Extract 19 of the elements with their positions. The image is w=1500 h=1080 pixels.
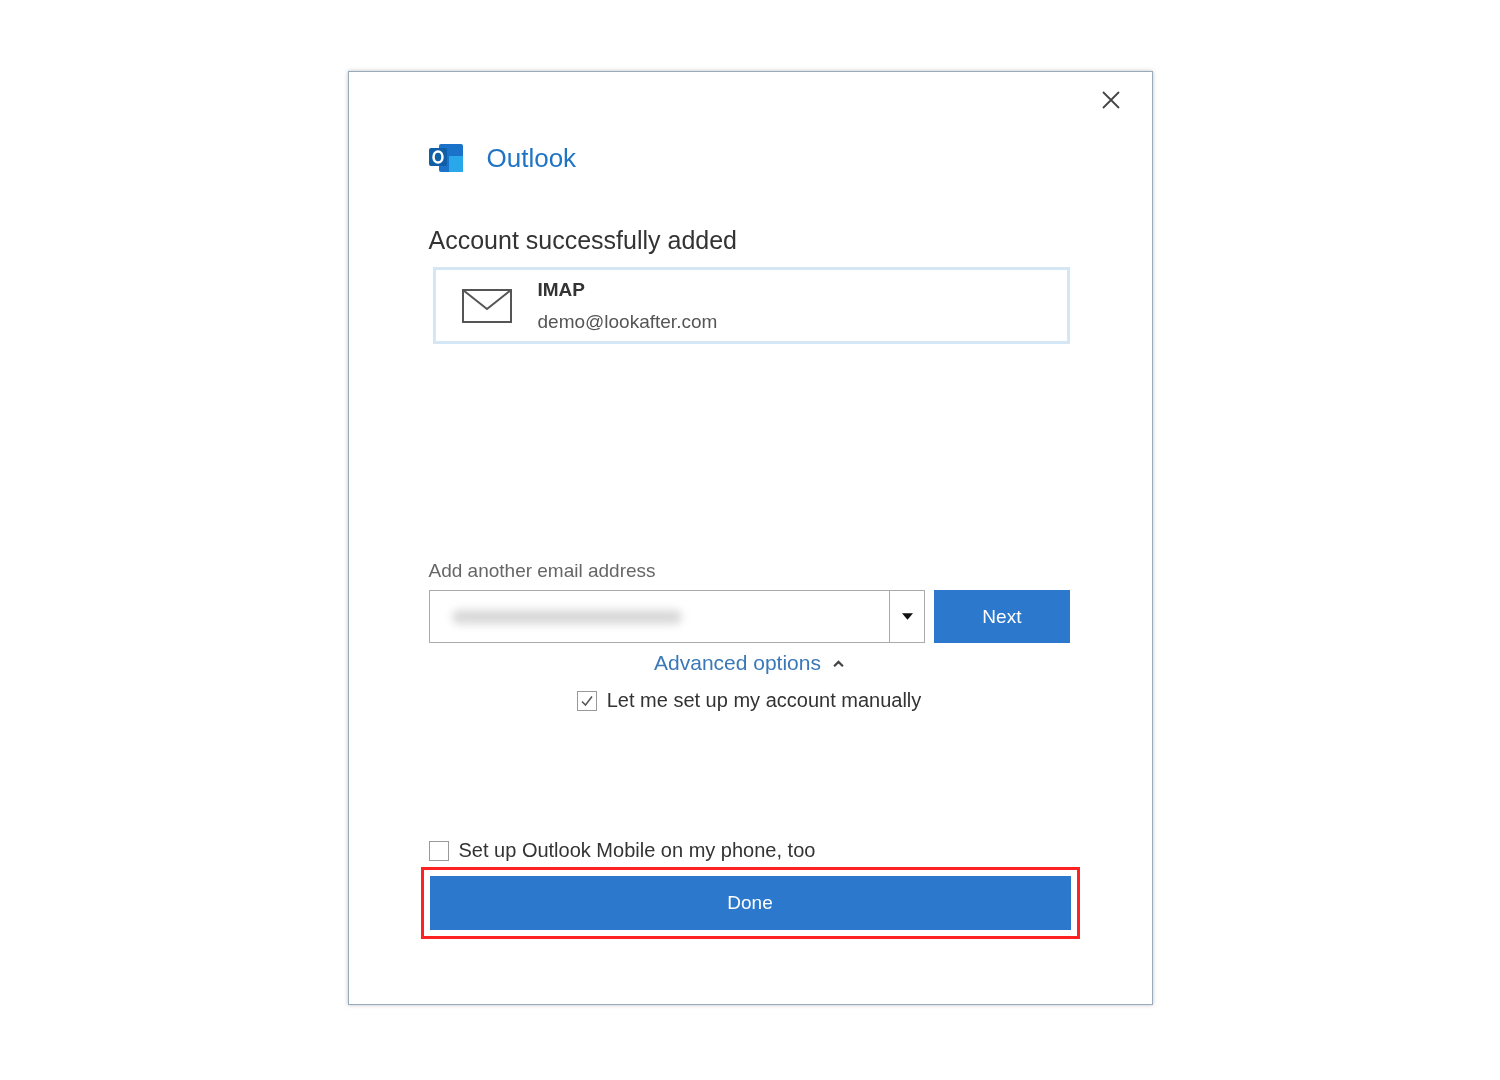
- chevron-icon: [833, 659, 844, 667]
- outlook-logo-icon: [428, 142, 465, 174]
- envelope-icon: [461, 288, 512, 323]
- account-email: demo@lookafter.com: [537, 310, 718, 333]
- done-button[interactable]: Done: [429, 876, 1071, 930]
- email-combo-field[interactable]: [428, 590, 926, 643]
- close-icon[interactable]: [1100, 90, 1121, 110]
- checkbox[interactable]: [428, 840, 449, 861]
- field-label: Add another email address: [428, 560, 657, 582]
- account-type: IMAP: [537, 278, 586, 301]
- success-heading: Account successfully added: [428, 226, 738, 255]
- advanced-options-link[interactable]: Advanced options: [654, 651, 844, 675]
- app-name: Outlook: [486, 142, 577, 174]
- checkbox-label: Let me set up my account manually: [606, 689, 922, 712]
- next-button[interactable]: Next: [934, 590, 1070, 643]
- caret-icon: [901, 613, 913, 620]
- checkbox[interactable]: [576, 690, 597, 711]
- checkmark-icon: [579, 693, 594, 708]
- checkbox-label: Set up Outlook Mobile on my phone, too: [458, 839, 816, 862]
